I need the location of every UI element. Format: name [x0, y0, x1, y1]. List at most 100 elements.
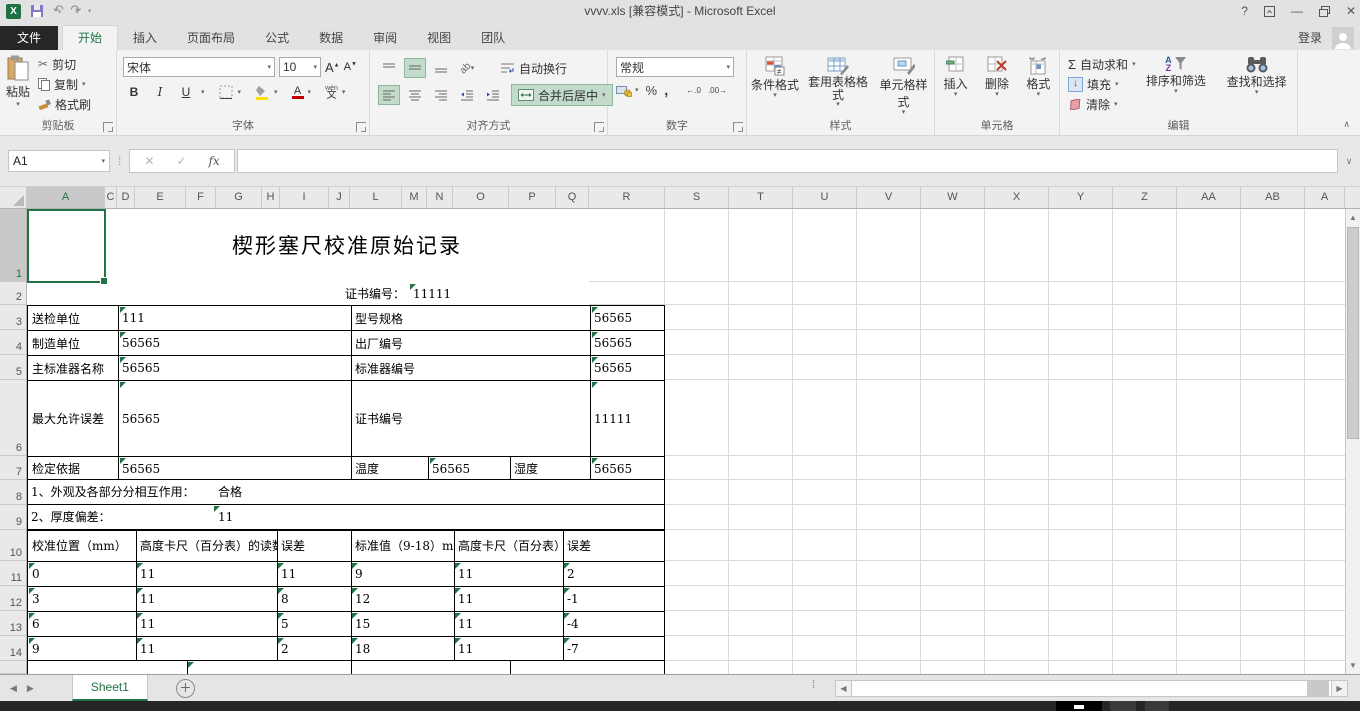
shrink-font-button[interactable]: A▼ [344, 61, 357, 73]
cell[interactable]: 111 [119, 306, 351, 330]
increase-decimal-icon[interactable]: ←.0 [686, 86, 701, 95]
cancel-icon[interactable]: ✕ [144, 154, 154, 168]
collapse-ribbon-icon[interactable]: ∧ [1343, 119, 1350, 130]
cell[interactable]: 2 [564, 562, 666, 586]
check-line[interactable]: 1、外观及各部分分相互作用：合格 [27, 480, 665, 505]
help-icon[interactable]: ? [1241, 4, 1248, 18]
format-as-table-button[interactable]: 套用表格格式 ▾ [803, 55, 873, 119]
column-header-Y[interactable]: Y [1049, 187, 1113, 208]
accounting-format-icon[interactable] [616, 84, 632, 97]
sign-in-link[interactable]: 登录 [1298, 26, 1322, 50]
cell[interactable]: 11 [137, 612, 277, 636]
row-header-13[interactable]: 13 [0, 611, 26, 636]
column-header-AA[interactable]: AA [1177, 187, 1241, 208]
row-header-3[interactable]: 3 [0, 305, 26, 330]
tab-formulas[interactable]: 公式 [250, 26, 304, 50]
check-value[interactable]: 11 [218, 505, 233, 529]
new-sheet-icon[interactable]: ＋ [176, 679, 195, 698]
ribbon-display-options-icon[interactable] [1264, 6, 1275, 17]
cell[interactable]: 温度 [352, 457, 428, 480]
cell[interactable]: 11 [455, 587, 563, 611]
number-format-select[interactable]: 常规▾ [616, 57, 734, 77]
underline-button[interactable]: U [175, 82, 197, 102]
column-header-P[interactable]: P [509, 187, 556, 208]
column-header-L[interactable]: L [350, 187, 402, 208]
cell-styles-button[interactable]: 单元格样式 ▾ [873, 55, 934, 119]
restore-icon[interactable] [1319, 6, 1330, 17]
cell[interactable]: 标准器编号 [352, 356, 590, 380]
column-header-T[interactable]: T [729, 187, 793, 208]
find-select-button[interactable]: 查找和选择 ▾ [1216, 53, 1297, 117]
insert-function-icon[interactable]: fx [208, 154, 219, 168]
cell[interactable]: 56565 [119, 331, 351, 355]
sheet-tab-sheet1[interactable]: Sheet1 [72, 675, 148, 701]
row-header-12[interactable]: 12 [0, 586, 26, 611]
row-header-2[interactable]: 2 [0, 282, 26, 305]
tab-insert[interactable]: 插入 [118, 26, 172, 50]
row-header-7[interactable]: 7 [0, 456, 26, 480]
selected-cell-A1[interactable] [27, 209, 106, 283]
scroll-up-icon[interactable]: ▲ [1346, 209, 1360, 226]
cell[interactable]: 6 [29, 612, 136, 636]
cert-value[interactable]: 11111 [413, 283, 493, 305]
copy-button[interactable]: 复制▾ [38, 75, 91, 93]
row-header-14[interactable]: 14 [0, 636, 26, 661]
number-dialog-launcher-icon[interactable] [733, 122, 743, 132]
tab-page-layout[interactable]: 页面布局 [172, 26, 250, 50]
grow-font-button[interactable]: A▲ [325, 60, 340, 75]
tab-file[interactable]: 文件 [0, 26, 58, 50]
cell[interactable]: 56565 [591, 306, 665, 330]
formula-bar-splitter[interactable]: ⁞ [118, 154, 121, 168]
expand-formula-bar-icon[interactable]: ∨ [1338, 156, 1360, 167]
scroll-down-icon[interactable]: ▼ [1346, 657, 1360, 674]
percent-style-icon[interactable]: % [646, 83, 658, 98]
column-header-A[interactable]: A [1305, 187, 1345, 208]
fill-color-icon[interactable] [255, 85, 270, 100]
align-left-icon[interactable] [378, 85, 400, 105]
column-header-Q[interactable]: Q [556, 187, 589, 208]
column-header-U[interactable]: U [793, 187, 857, 208]
cell[interactable]: 11 [137, 637, 277, 661]
cell[interactable]: 11 [278, 562, 351, 586]
row-header-8[interactable]: 8 [0, 480, 26, 505]
cell[interactable]: 3 [29, 587, 136, 611]
column-header-R[interactable]: R [589, 187, 665, 208]
column-header-N[interactable]: N [427, 187, 453, 208]
cell[interactable]: -7 [564, 637, 666, 661]
horizontal-scroll-track[interactable] [852, 680, 1331, 697]
row-header-4[interactable]: 4 [0, 330, 26, 355]
column-header-W[interactable]: W [921, 187, 985, 208]
cell[interactable]: 出厂编号 [352, 331, 590, 355]
cell[interactable]: 检定依据 [29, 457, 117, 480]
cells-area[interactable]: 楔形塞尺校准原始记录证书编号：11111送检单位111型号规格56565制造单位… [27, 209, 1345, 674]
align-top-icon[interactable] [378, 58, 400, 78]
cell[interactable]: 18 [352, 637, 454, 661]
cell[interactable]: 56565 [429, 457, 510, 480]
cell[interactable]: 9 [29, 637, 136, 661]
conditional-formatting-button[interactable]: ≠ 条件格式 ▾ [747, 55, 803, 119]
avatar[interactable] [1332, 27, 1354, 49]
cell[interactable]: 56565 [119, 457, 351, 480]
column-header-D[interactable]: D [117, 187, 135, 208]
column-header-H[interactable]: H [262, 187, 280, 208]
select-all-corner[interactable] [0, 187, 27, 208]
increase-indent-icon[interactable] [482, 85, 504, 105]
cell[interactable]: 11111 [591, 381, 665, 456]
horizontal-scrollbar[interactable]: ◀ ▶ [835, 680, 1348, 697]
fill-button[interactable]: ↓ 填充▾ [1068, 75, 1136, 93]
row-header-10[interactable]: 10 [0, 530, 26, 561]
column-header-C[interactable]: C [105, 187, 117, 208]
row-header-partial[interactable] [0, 661, 26, 674]
cell[interactable]: 56565 [591, 331, 665, 355]
comma-style-icon[interactable]: , [664, 82, 668, 99]
autosum-button[interactable]: Σ 自动求和▾ [1068, 55, 1136, 73]
column-header-E[interactable]: E [135, 187, 186, 208]
prev-sheet-icon[interactable]: ◀ [0, 683, 27, 694]
align-middle-icon[interactable] [404, 58, 426, 78]
decrease-decimal-icon[interactable]: .00→ [708, 86, 727, 95]
cell[interactable]: 9 [352, 562, 454, 586]
tab-view[interactable]: 视图 [412, 26, 466, 50]
cell[interactable]: 0 [29, 562, 136, 586]
scroll-left-icon[interactable]: ◀ [835, 680, 852, 697]
font-dialog-launcher-icon[interactable] [356, 122, 366, 132]
